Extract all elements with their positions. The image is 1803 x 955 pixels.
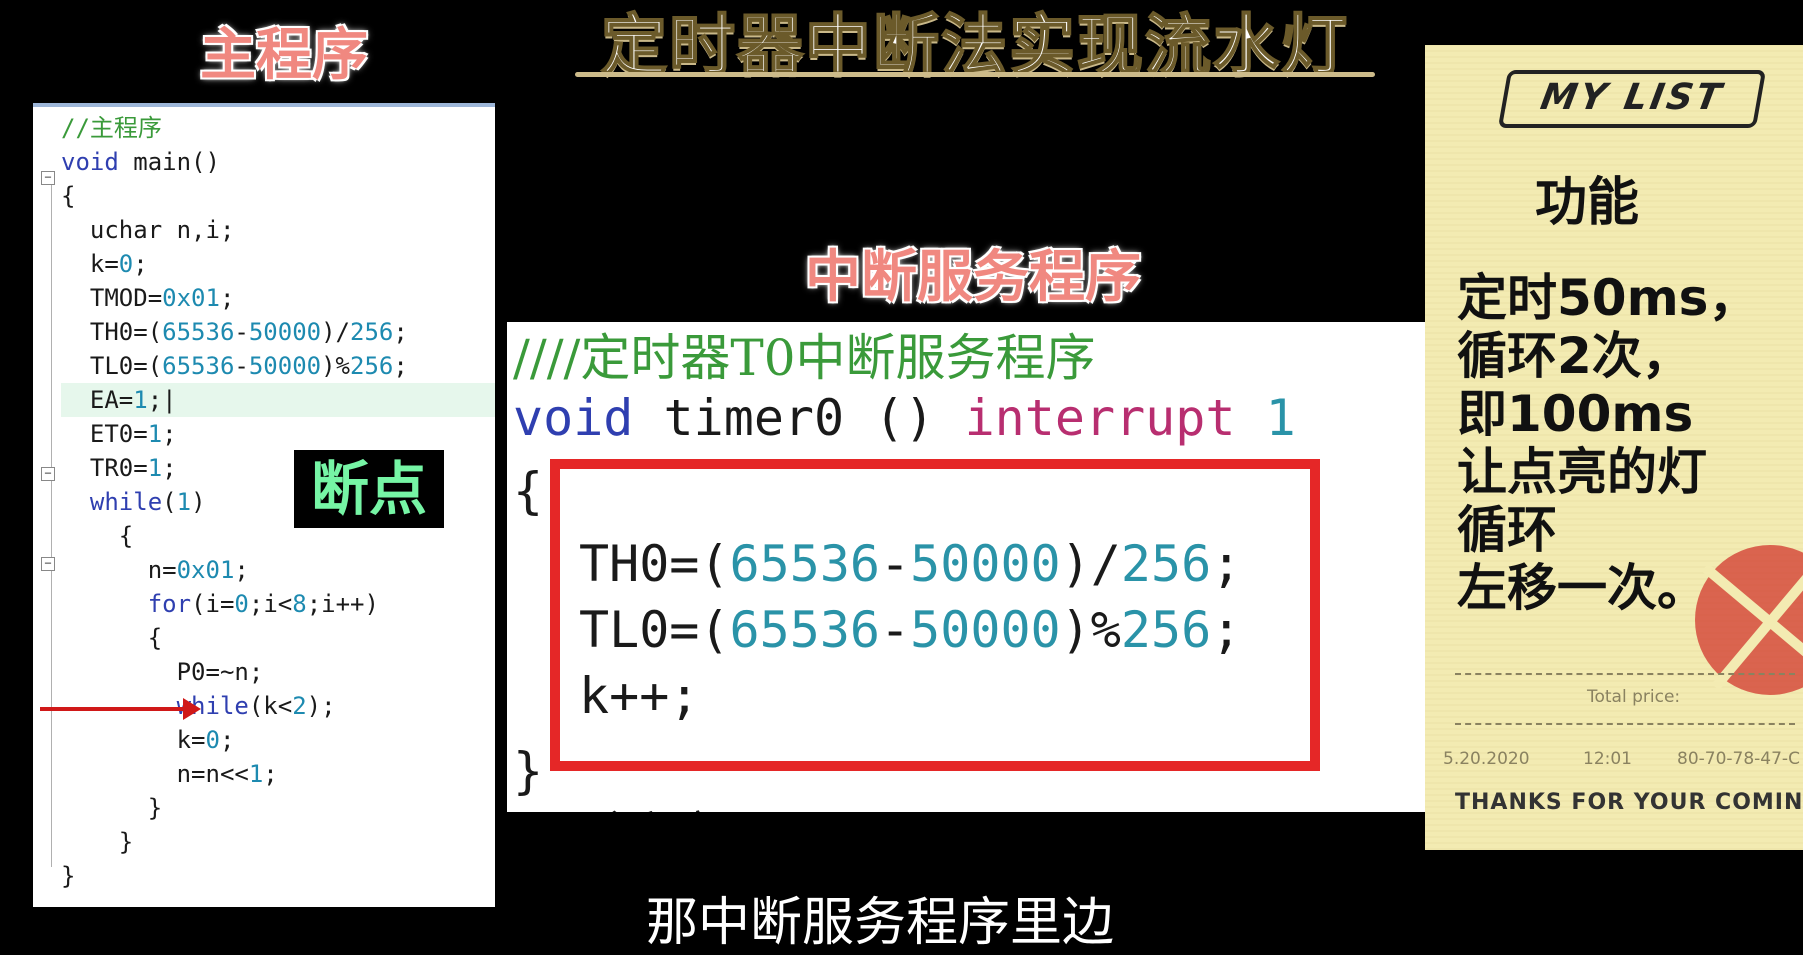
receipt-line: 循环 (1457, 501, 1557, 559)
fold-gutter (51, 177, 52, 867)
receipt-line: 循环2次， (1457, 327, 1692, 385)
receipt-divider (1455, 673, 1795, 675)
isr-cut-text: 主程序 (597, 798, 717, 812)
code-line: } (61, 828, 134, 856)
code-line: TMOD=0x01; (61, 284, 235, 312)
main-program-label: 主程序 (200, 23, 368, 88)
isr-code-panel: ////定时器T0中断服务程序 void timer0 () interrupt… (507, 322, 1425, 812)
code-line: n=n<<1; (61, 760, 278, 788)
total-price-label: Total price: (1587, 687, 1681, 707)
code-line: k=0; (61, 726, 235, 754)
code-line: uchar n,i; (61, 216, 235, 244)
receipt-card: MY LIST 功能 定时50ms， 循环2次， 即100ms 让点亮的灯 循环… (1425, 45, 1803, 850)
receipt-divider (1455, 723, 1795, 725)
breakpoint-label: 断点 (294, 450, 444, 528)
receipt-line: 左移一次。 (1457, 559, 1707, 617)
isr-open-brace: { (513, 462, 544, 520)
code-line-current: EA=1;| (61, 383, 495, 417)
breakpoint-arrow (40, 707, 190, 711)
isr-comment: ////定时器T0中断服务程序 (513, 329, 1096, 387)
receipt-line: 即100ms (1457, 385, 1694, 443)
code-line: ET0=1; (61, 420, 177, 448)
subtitle-caption: 那中断服务程序里边 (645, 893, 1114, 953)
code-line: //主程序 (61, 114, 162, 142)
receipt-line: 定时50ms， (1457, 269, 1759, 327)
code-line: n=0x01; (61, 556, 249, 584)
page-title: 定时器中断法实现流水灯 (600, 6, 1349, 85)
code-line: { (61, 624, 163, 652)
title-underline (575, 72, 1375, 77)
receipt-heading: 功能 (1535, 173, 1640, 233)
code-line: } (61, 794, 163, 822)
code-line: void main() (61, 148, 220, 176)
code-line: P0=~n; (61, 658, 264, 686)
code-line: { (61, 182, 76, 210)
code-line: TL0=(65536-50000)%256; (61, 352, 408, 380)
fold-toggle-icon[interactable]: − (41, 467, 55, 481)
receipt-thanks: THANKS FOR YOUR COMING!! (1455, 790, 1803, 815)
isr-close-brace: } (513, 742, 544, 800)
receipt-header: MY LIST (1497, 70, 1767, 128)
isr-label: 中断服务程序 (805, 245, 1141, 310)
highlight-box (550, 459, 1320, 771)
code-line: for(i=0;i<8;i++) (147, 590, 379, 618)
code-line: while(1) (89, 488, 206, 516)
receipt-line: 让点亮的灯 (1457, 443, 1707, 501)
code-line: TH0=(65536-50000)/256; (61, 318, 408, 346)
code-line: k=0; (61, 250, 148, 278)
arrow-head-icon (183, 698, 201, 720)
receipt-code: 80-70-78-47-C (1677, 749, 1800, 769)
fold-toggle-icon[interactable]: − (41, 557, 55, 571)
code-line: { (61, 522, 134, 550)
code-line: TR0=1; (61, 454, 177, 482)
isr-signature: void timer0 () interrupt 1 (513, 389, 1296, 447)
receipt-date: 5.20.2020 (1443, 749, 1530, 769)
fold-toggle-icon[interactable]: − (41, 171, 55, 185)
receipt-time: 12:01 (1583, 749, 1632, 769)
